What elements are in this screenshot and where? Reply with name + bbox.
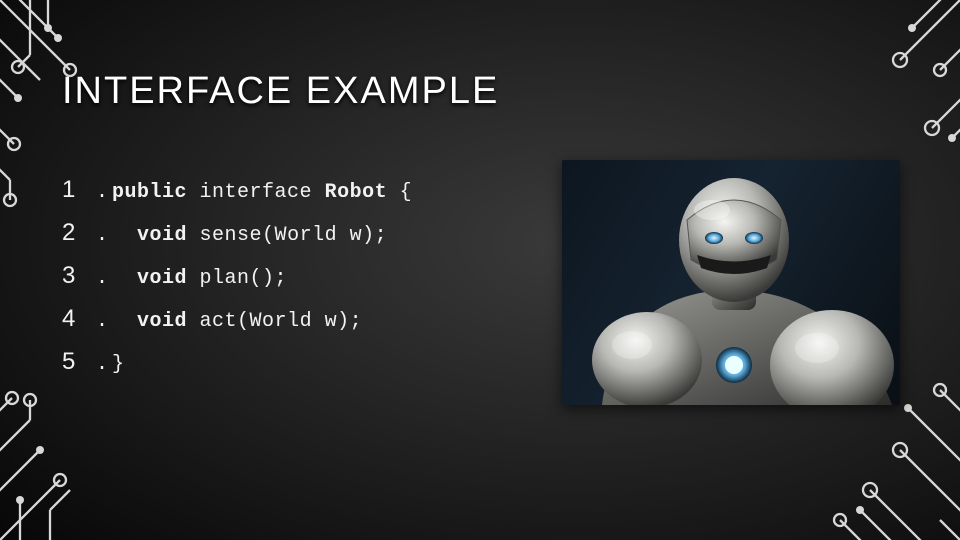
line-number: 4: [62, 307, 96, 331]
type-name: Robot: [325, 181, 388, 204]
code-line: 3. void plan();: [62, 264, 412, 289]
code-block: 1. public interface Robot { 2. void sens…: [62, 160, 412, 393]
keyword: void: [137, 224, 187, 247]
robot-image: [562, 160, 900, 405]
code-line: 2. void sense(World w);: [62, 221, 412, 246]
keyword: void: [137, 310, 187, 333]
keyword: public: [112, 181, 187, 204]
line-number: 1: [62, 178, 96, 202]
line-number: 5: [62, 350, 96, 374]
slide: INTERFACE EXAMPLE 1. public interface Ro…: [0, 0, 960, 540]
robot-icon: [562, 160, 900, 405]
slide-title: INTERFACE EXAMPLE: [62, 70, 499, 113]
line-number: 3: [62, 264, 96, 288]
line-number: 2: [62, 221, 96, 245]
code-line: 5. }: [62, 350, 412, 375]
code-line: 1. public interface Robot {: [62, 178, 412, 203]
code-line: 4. void act(World w);: [62, 307, 412, 332]
keyword: void: [137, 267, 187, 290]
